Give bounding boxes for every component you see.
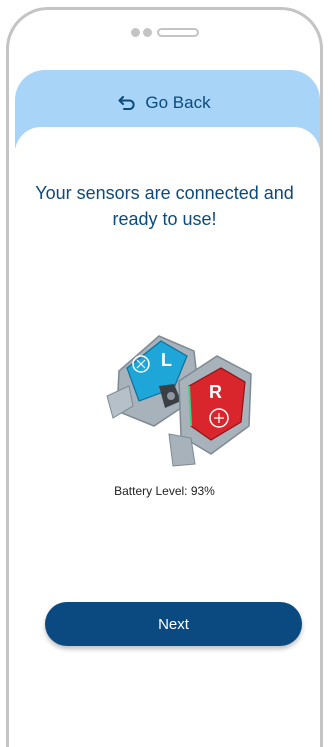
sensor-dot xyxy=(142,28,152,37)
right-sensor-letter: R xyxy=(209,382,222,402)
go-back-button[interactable]: Go Back xyxy=(9,93,320,113)
next-button[interactable]: Next xyxy=(45,602,302,646)
sensors-image: L R xyxy=(99,326,257,470)
camera-dot xyxy=(130,28,140,37)
phone-frame: Go Back Your sensors are connected and r… xyxy=(6,7,323,747)
return-arrow-icon xyxy=(118,96,136,110)
battery-level-text: Battery Level: 93% xyxy=(114,484,215,498)
connection-status-headline: Your sensors are connected and ready to … xyxy=(35,183,294,229)
left-sensor-letter: L xyxy=(161,350,172,370)
speaker-pill xyxy=(156,28,199,37)
phone-notch xyxy=(130,28,199,37)
go-back-label: Go Back xyxy=(145,93,211,112)
